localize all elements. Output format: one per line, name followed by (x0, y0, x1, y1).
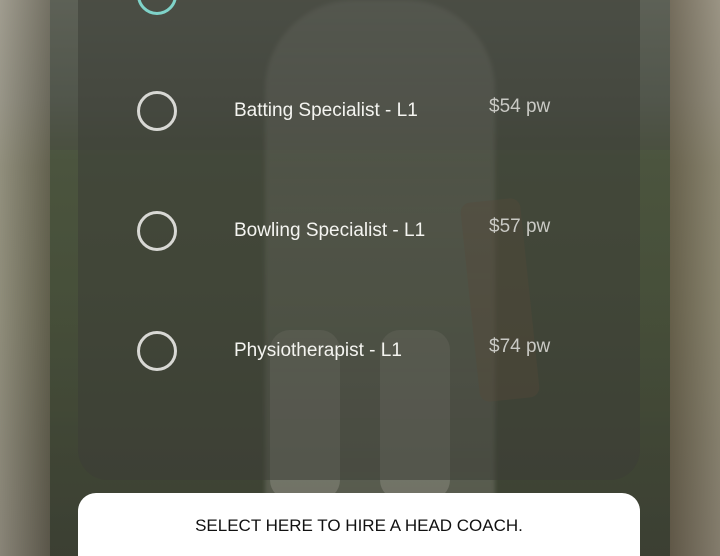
radio-unselected-icon[interactable] (137, 331, 177, 371)
radio-unselected-icon[interactable] (137, 91, 177, 131)
option-label: Batting Specialist - L1 (234, 100, 418, 121)
hire-head-coach-label: SELECT HERE TO HIRE A HEAD COACH. (195, 515, 523, 535)
option-price: $74 pw (489, 336, 551, 357)
option-price: $57 pw (489, 216, 551, 237)
hire-head-coach-button[interactable]: SELECT HERE TO HIRE A HEAD COACH. (78, 493, 640, 556)
option-label: Physiotherapist - L1 (234, 340, 402, 361)
option-label: Bowling Specialist - L1 (234, 220, 426, 241)
radio-unselected-icon[interactable] (137, 211, 177, 251)
option-price: $54 pw (489, 96, 551, 117)
